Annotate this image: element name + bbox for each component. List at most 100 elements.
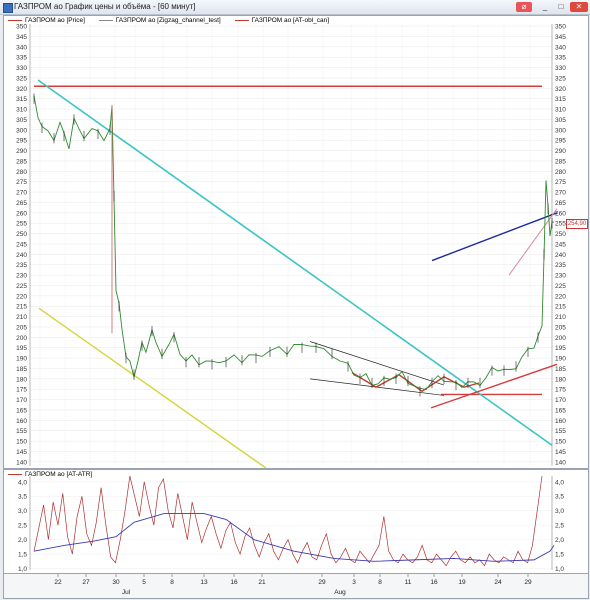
y-tick-label-left: 170	[16, 397, 27, 404]
y-tick-label-left: 255	[16, 221, 27, 228]
x-tick-label: 16	[430, 579, 438, 586]
x-tick-label: 24	[494, 579, 502, 586]
y-tick-label-right: 320	[555, 86, 566, 93]
y-tick-label-right: 170	[555, 397, 566, 404]
y-tick-label-left: 335	[16, 55, 27, 62]
y-tick-label-right: 180	[555, 376, 566, 383]
atr-y-tick-left: 2,0	[18, 537, 27, 544]
y-tick-label-left: 300	[16, 127, 27, 134]
y-tick-label-right: 255	[555, 221, 566, 228]
y-tick-label-left: 245	[16, 241, 27, 248]
y-tick-label-right: 225	[555, 283, 566, 290]
channel-upper-line	[309, 341, 445, 386]
atr-chart[interactable]: 1,0 1,0 1,5 1,5 2,0 2,0 2,5 2,5 3,0 3,0 3,5 3,5 4,0 4…	[4, 470, 588, 573]
y-tick-label-left: 145	[16, 449, 27, 456]
app-icon	[3, 3, 13, 13]
y-tick-label-right: 245	[555, 241, 566, 248]
y-tick-label-right: 200	[555, 335, 566, 342]
red-support-line	[430, 363, 558, 409]
y-tick-label-left: 215	[16, 304, 27, 311]
y-tick-label-right: 345	[555, 34, 566, 41]
x-month-label: Aug	[334, 589, 346, 596]
y-tick-label-left: 150	[16, 439, 27, 446]
x-tick-label: 29	[524, 579, 532, 586]
y-tick-label-right: 205	[555, 324, 566, 331]
y-tick-label-right: 295	[555, 138, 566, 145]
atr-y-tick-left: 3,5	[18, 494, 27, 501]
y-tick-label-right: 240	[555, 252, 566, 259]
y-tick-label-left: 295	[16, 138, 27, 145]
atr-y-tick-left: 3,0	[18, 508, 27, 515]
blue-trend-line	[431, 212, 558, 262]
y-tick-label-left: 280	[16, 169, 27, 176]
y-tick-label-right: 150	[555, 439, 566, 446]
window-title: ГАЗПРОМ ао График цены и объёма - [60 ми…	[14, 2, 196, 11]
y-tick-label-left: 260	[16, 210, 27, 217]
y-tick-label-left: 330	[16, 65, 27, 72]
y-tick-label-left: 210	[16, 314, 27, 321]
x-tick-label: 3	[352, 579, 356, 586]
y-tick-label-right: 275	[555, 179, 566, 186]
x-tick-label: 11	[405, 579, 412, 586]
y-tick-label-right: 160	[555, 418, 566, 425]
y-tick-label-left: 310	[16, 107, 27, 114]
y-tick-label-left: 305	[16, 117, 27, 124]
y-tick-label-left: 140	[16, 459, 27, 466]
x-tick-label: 8	[378, 579, 382, 586]
y-tick-label-left: 325	[16, 75, 27, 82]
atr-y-tick-left: 4,0	[18, 479, 27, 486]
atr-y-tick-right: 1,5	[555, 552, 564, 559]
maximize-button[interactable]: □	[554, 2, 568, 12]
y-tick-label-left: 265	[16, 200, 27, 207]
y-tick-label-right: 260	[555, 210, 566, 217]
y-tick-label-left: 160	[16, 418, 27, 425]
atr-y-tick-left: 1,5	[18, 552, 27, 559]
time-axis-chart: 22 27 30 5 8 13 16 21 29 3 8 11 16 19 24 29 Jul Aug	[54, 574, 532, 596]
y-tick-label-right: 330	[555, 65, 566, 72]
title-bar[interactable]: ГАЗПРОМ ао График цены и объёма - [60 ми…	[0, 0, 590, 15]
y-tick-label-left: 195	[16, 345, 27, 352]
y-tick-label-right: 145	[555, 449, 566, 456]
zigzag-line	[351, 372, 480, 393]
atr-panel[interactable]: ГАЗПРОМ ао [AT-ATR] 1,0 1,0 1,5 1,5 2,0 2,0 2,…	[3, 469, 589, 574]
y-tick-label-right: 340	[555, 44, 566, 51]
y-tick-label-right: 195	[555, 345, 566, 352]
y-tick-label-right: 290	[555, 148, 566, 155]
y-tick-label-left: 235	[16, 262, 27, 269]
close-button[interactable]: ✕	[570, 2, 588, 12]
y-tick-label-left: 275	[16, 179, 27, 186]
y-tick-label-right: 230	[555, 273, 566, 280]
y-tick-label-right: 250	[555, 231, 566, 238]
atr-y-tick-left: 1,0	[18, 566, 27, 573]
y-tick-label-right: 140	[555, 459, 566, 466]
y-tick-label-left: 225	[16, 283, 27, 290]
y-tick-label-left: 200	[16, 335, 27, 342]
x-tick-label: 13	[200, 579, 208, 586]
atr-y-tick-right: 4,0	[555, 479, 564, 486]
atr-y-tick-right: 2,5	[555, 523, 564, 530]
price-chart[interactable]: 140 140 145 145 150 150 155 155 160 160 165 165 170 1…	[4, 16, 588, 468]
y-tick-label-right: 175	[555, 387, 566, 394]
y-tick-label-left: 220	[16, 293, 27, 300]
y-tick-label-right: 210	[555, 314, 566, 321]
pink-trend-line	[508, 208, 558, 276]
price-panel[interactable]: ГАЗПРОМ ао [Price] ГАЗПРОМ ао [Zigzag_ch…	[3, 15, 589, 469]
y-tick-label-left: 290	[16, 148, 27, 155]
y-tick-label-right: 335	[555, 55, 566, 62]
minimize-button[interactable]: _	[538, 2, 552, 12]
y-tick-label-left: 185	[16, 366, 27, 373]
y-tick-label-left: 205	[16, 324, 27, 331]
y-tick-label-right: 155	[555, 428, 566, 435]
pin-icon[interactable]: ⌀	[516, 2, 532, 12]
y-tick-label-right: 280	[555, 169, 566, 176]
y-tick-label-right: 235	[555, 262, 566, 269]
y-tick-label-right: 165	[555, 407, 566, 414]
x-tick-label: 27	[82, 579, 90, 586]
y-tick-label-right: 265	[555, 200, 566, 207]
y-tick-label-right: 305	[555, 117, 566, 124]
chart-window: ГАЗПРОМ ао График цены и объёма - [60 ми…	[0, 0, 590, 600]
y-tick-label-right: 300	[555, 127, 566, 134]
y-tick-label-left: 175	[16, 387, 27, 394]
atr-y-tick-right: 3,0	[555, 508, 564, 515]
atr-line	[33, 475, 543, 567]
